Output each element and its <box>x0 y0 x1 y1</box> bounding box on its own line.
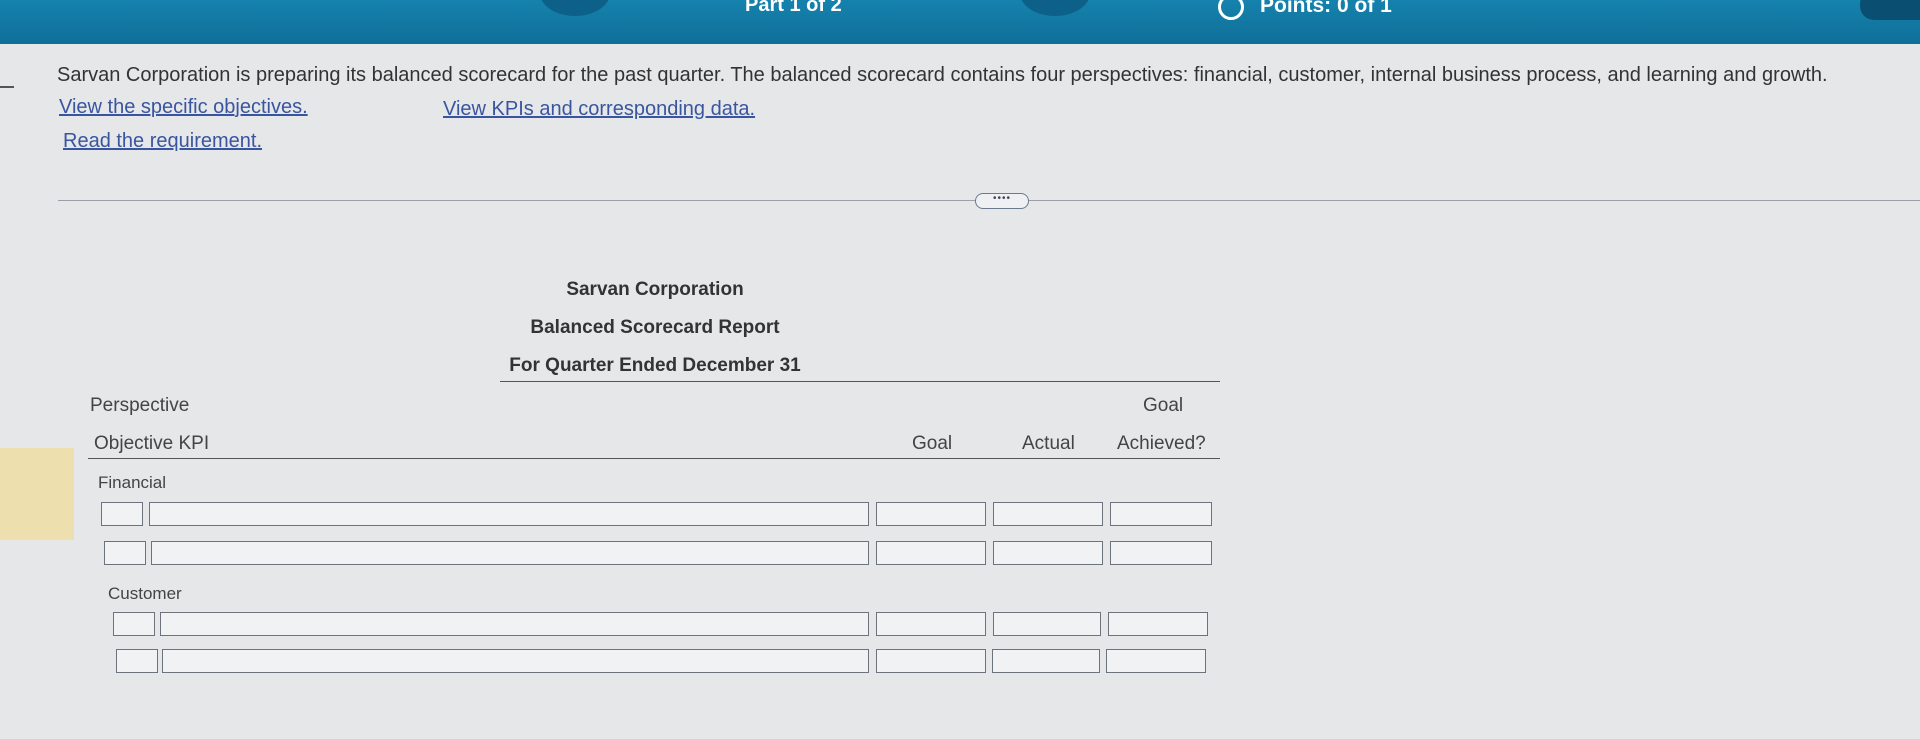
customer-achieved-1[interactable] <box>1108 612 1208 636</box>
question-text: Sarvan Corporation is preparing its bala… <box>57 64 1828 86</box>
financial-achieved-1[interactable] <box>1110 502 1212 526</box>
financial-goal-1[interactable] <box>876 502 986 526</box>
top-bar: Part 1 of 2 Points: 0 of 1 <box>0 0 1920 44</box>
financial-perspective-code-1[interactable] <box>101 502 143 526</box>
goal-achieved-header-bottom: Achieved? <box>1117 433 1206 454</box>
objective-kpi-header: Objective KPI <box>94 433 210 454</box>
read-requirement-link[interactable]: Read the requirement. <box>63 130 262 153</box>
points-circle-icon <box>1218 0 1244 20</box>
company-name: Sarvan Corporation <box>566 279 744 300</box>
part-indicator: Part 1 of 2 <box>745 0 842 16</box>
nav-bubble-right[interactable] <box>1020 0 1090 16</box>
title-rule <box>500 381 1220 382</box>
customer-actual-2[interactable] <box>992 649 1100 673</box>
left-edge-mark <box>0 86 14 88</box>
goal-achieved-header-top: Goal <box>1143 395 1184 416</box>
customer-objective-kpi-2[interactable] <box>162 649 869 673</box>
header-rule <box>88 458 1220 459</box>
nav-bubble-left[interactable] <box>540 0 610 16</box>
financial-perspective-code-2[interactable] <box>104 541 146 565</box>
customer-goal-2[interactable] <box>876 649 986 673</box>
expand-more-button[interactable]: •••• <box>975 193 1029 209</box>
points-indicator: Points: 0 of 1 <box>1260 0 1392 17</box>
financial-actual-1[interactable] <box>993 502 1103 526</box>
customer-goal-1[interactable] <box>876 612 986 636</box>
section-label-customer: Customer <box>108 584 182 603</box>
financial-objective-kpi-1[interactable] <box>149 502 869 526</box>
customer-achieved-2[interactable] <box>1106 649 1206 673</box>
view-kpis-link[interactable]: View KPIs and corresponding data. <box>443 98 755 121</box>
perspective-header: Perspective <box>90 395 190 416</box>
customer-actual-1[interactable] <box>993 612 1101 636</box>
view-objectives-link[interactable]: View the specific objectives. <box>59 96 308 119</box>
goal-header: Goal <box>912 433 953 454</box>
customer-objective-kpi-1[interactable] <box>160 612 869 636</box>
customer-perspective-code-2[interactable] <box>116 649 158 673</box>
menu-tab[interactable] <box>1860 0 1920 20</box>
actual-header: Actual <box>1022 433 1075 454</box>
customer-perspective-code-1[interactable] <box>113 612 155 636</box>
financial-actual-2[interactable] <box>993 541 1103 565</box>
report-period: For Quarter Ended December 31 <box>509 355 801 376</box>
section-label-financial: Financial <box>98 473 167 492</box>
financial-goal-2[interactable] <box>876 541 986 565</box>
financial-objective-kpi-2[interactable] <box>151 541 869 565</box>
report-title: Balanced Scorecard Report <box>530 317 780 338</box>
row-highlight <box>0 448 74 540</box>
financial-achieved-2[interactable] <box>1110 541 1212 565</box>
